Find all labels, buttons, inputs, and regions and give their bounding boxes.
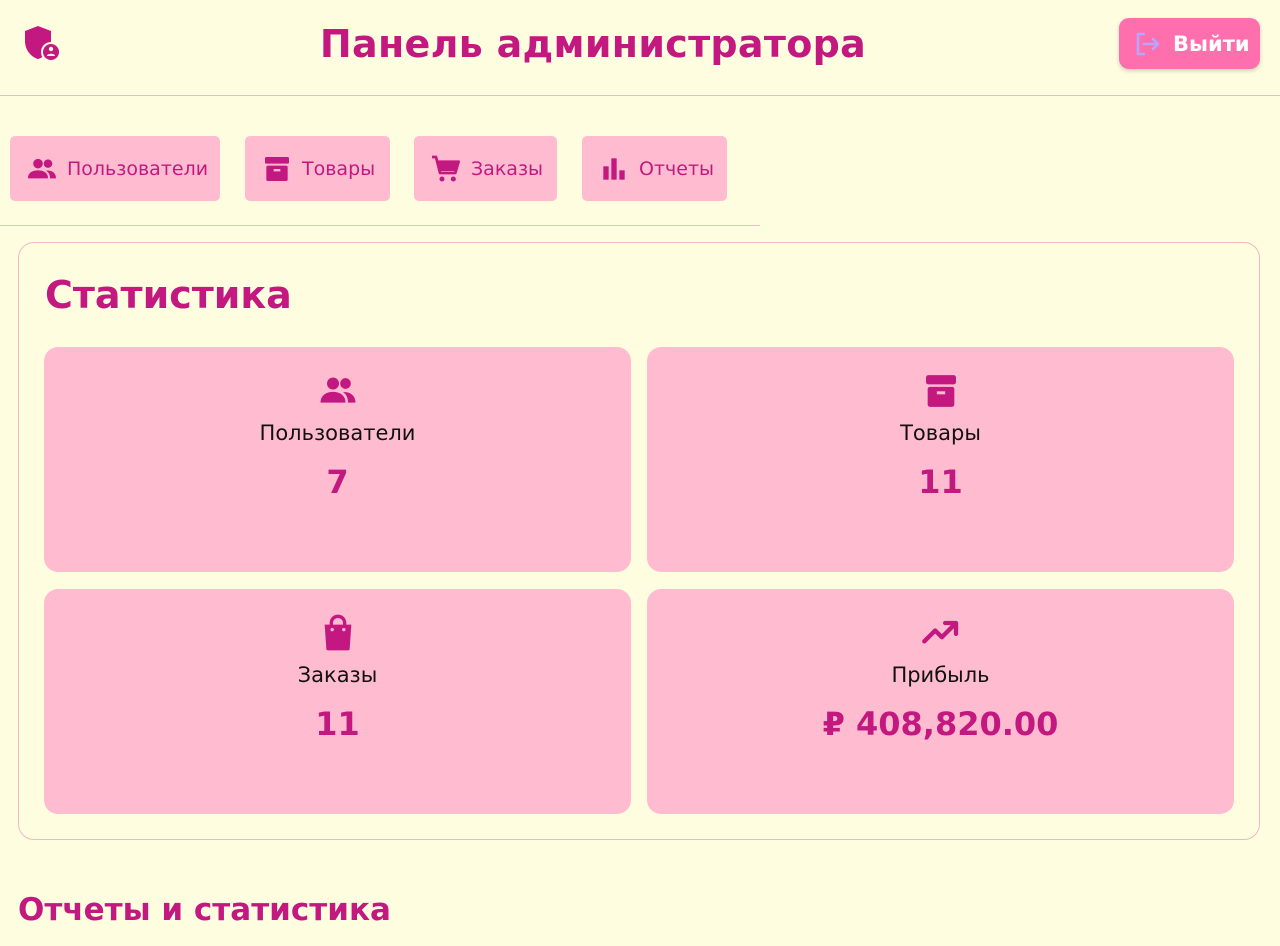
stat-label: Товары	[900, 421, 981, 445]
page-title: Панель администратора	[319, 22, 867, 66]
stat-value: 11	[315, 705, 360, 743]
stat-value: 11	[918, 463, 963, 501]
nav-item-users[interactable]: Пользователи	[10, 136, 220, 201]
stat-card-profit: Прибыль ₽ 408,820.00	[647, 589, 1234, 814]
users-icon	[320, 377, 355, 403]
statistics-title: Статистика	[45, 273, 292, 317]
stat-card-orders: Заказы 11	[44, 589, 631, 814]
stat-card-products: Товары 11	[647, 347, 1234, 572]
stat-value: ₽ 408,820.00	[822, 705, 1059, 743]
shopping-bag-icon	[324, 614, 351, 651]
nav-item-label: Отчеты	[639, 157, 715, 180]
stat-card-users: Пользователи 7	[44, 347, 631, 572]
stat-label: Заказы	[297, 663, 378, 687]
trending-up-icon	[921, 620, 958, 644]
app-header: Панель администратора Выйти	[0, 0, 1280, 96]
logout-button[interactable]: Выйти	[1119, 18, 1260, 69]
nav-item-label: Заказы	[471, 157, 544, 180]
stat-label: Прибыль	[891, 663, 990, 687]
stat-value: 7	[326, 463, 349, 501]
nav-item-orders[interactable]: Заказы	[414, 136, 557, 201]
reports-section-title: Отчеты и статистика	[18, 892, 391, 928]
admin-nav: Пользователи Товары Заказы Отчеты	[0, 96, 760, 226]
nav-item-products[interactable]: Товары	[245, 136, 390, 201]
logout-icon	[1136, 32, 1160, 55]
nav-item-label: Пользователи	[67, 157, 209, 180]
nav-item-reports[interactable]: Отчеты	[582, 136, 727, 201]
archive-box-icon	[925, 375, 956, 407]
stat-label: Пользователи	[259, 421, 416, 445]
users-icon	[28, 158, 56, 178]
statistics-panel: Статистика Пользователи 7 Товары 11 Зака…	[18, 242, 1260, 840]
logout-label: Выйти	[1173, 31, 1250, 56]
archive-box-icon	[265, 156, 289, 181]
cart-icon	[432, 155, 460, 182]
nav-item-label: Товары	[302, 157, 376, 180]
bar-chart-icon	[603, 157, 625, 180]
